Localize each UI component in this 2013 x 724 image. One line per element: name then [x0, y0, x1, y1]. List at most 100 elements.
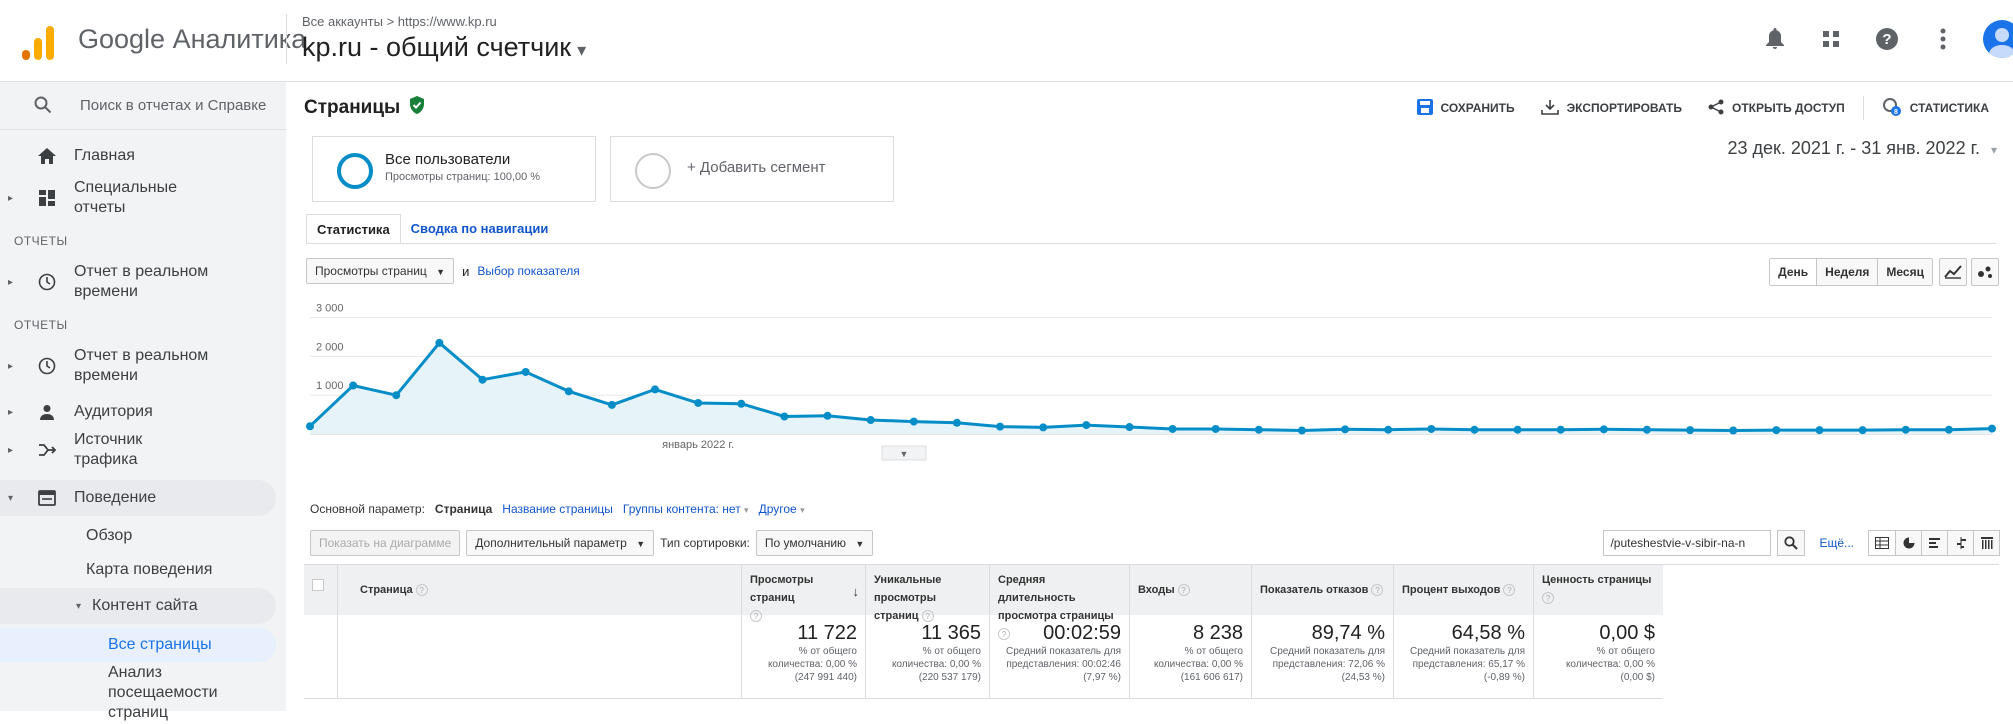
- more-vert-icon[interactable]: [1927, 23, 1959, 55]
- chart-point[interactable]: [694, 398, 703, 407]
- chart-point[interactable]: [392, 391, 401, 400]
- tab-explorer[interactable]: Статистика: [306, 214, 401, 244]
- analytics-logo-icon[interactable]: [22, 20, 54, 60]
- sidebar-item-all-pages[interactable]: Все страницы: [0, 628, 276, 662]
- chart-point[interactable]: [1815, 426, 1824, 435]
- sidebar-item-behavior[interactable]: ▾ Поведение: [0, 480, 276, 516]
- chart-point[interactable]: [1168, 424, 1177, 433]
- granularity-month-button[interactable]: Месяц: [1877, 259, 1932, 285]
- plot-rows-button[interactable]: Показать на диаграмме: [310, 530, 461, 556]
- bar-view-icon[interactable]: [1921, 531, 1947, 555]
- chart-point[interactable]: [1858, 426, 1867, 435]
- sidebar-item-behavior-flow[interactable]: Карта поведения: [0, 554, 286, 586]
- sidebar-item-audience[interactable]: ▸ Аудитория: [0, 398, 286, 426]
- chart-point[interactable]: [909, 417, 918, 426]
- save-button[interactable]: СОХРАНИТЬ: [1409, 98, 1523, 118]
- sidebar-item-site-content[interactable]: ▾ Контент сайта: [0, 588, 276, 624]
- sidebar-search[interactable]: Поиск в отчетах и Справке: [0, 82, 286, 130]
- export-button[interactable]: ЭКСПОРТИРОВАТЬ: [1533, 99, 1690, 118]
- column-header-pageviews[interactable]: Просмотры страниц ↓ ?: [742, 565, 866, 623]
- granularity-day-button[interactable]: День: [1770, 259, 1817, 285]
- chart-point[interactable]: [1901, 425, 1910, 434]
- chart-point[interactable]: [1125, 423, 1134, 432]
- chart-point[interactable]: [1254, 425, 1263, 434]
- apps-grid-icon[interactable]: [1815, 23, 1847, 55]
- column-header-bounce-rate[interactable]: Показатель отказов ?: [1252, 565, 1394, 615]
- chart-point[interactable]: [306, 422, 314, 431]
- chart-point[interactable]: [1384, 425, 1393, 434]
- column-header-avg-time[interactable]: Средняя длительность просмотра страницы …: [990, 565, 1130, 641]
- chart-point[interactable]: [349, 381, 358, 390]
- chart-point[interactable]: [1642, 425, 1651, 434]
- dimension-page-title-link[interactable]: Название страницы: [502, 502, 613, 516]
- account-selector[interactable]: kp.ru - общий счетчик ▾: [302, 32, 586, 63]
- pivot-view-icon[interactable]: [1973, 531, 1999, 555]
- column-header-exit-rate[interactable]: Процент выходов ?: [1394, 565, 1534, 615]
- chart-point[interactable]: [780, 412, 789, 421]
- column-header-page-value[interactable]: Ценность страницы?: [1534, 565, 1663, 615]
- secondary-dimension-select[interactable]: Дополнительный параметр ▼: [466, 530, 655, 556]
- chart-point[interactable]: [996, 422, 1005, 431]
- chart-point[interactable]: [435, 338, 444, 347]
- help-icon[interactable]: ?: [1177, 584, 1190, 597]
- sidebar-item-realtime[interactable]: ▸ Отчет в реальном времени: [0, 344, 286, 388]
- chart-point[interactable]: [521, 367, 530, 376]
- help-icon[interactable]: ?: [1542, 592, 1554, 605]
- chart-point[interactable]: [1729, 426, 1738, 435]
- search-input[interactable]: Поиск в отчетах и Справке: [80, 97, 266, 114]
- metric-select[interactable]: Просмотры страниц ▼: [306, 258, 455, 284]
- granularity-week-button[interactable]: Неделя: [1816, 259, 1878, 285]
- chart-point[interactable]: [1556, 425, 1565, 434]
- chart-point[interactable]: [1211, 424, 1220, 433]
- avatar[interactable]: [1983, 20, 2013, 58]
- help-icon[interactable]: ?: [1503, 584, 1516, 597]
- table-view-icon[interactable]: [1869, 531, 1895, 555]
- chart-point[interactable]: [1297, 426, 1306, 435]
- bell-icon[interactable]: [1759, 23, 1791, 55]
- line-chart-icon[interactable]: [1939, 258, 1967, 286]
- chart-point[interactable]: [478, 375, 487, 384]
- chart-point[interactable]: [1470, 425, 1479, 434]
- comparison-view-icon[interactable]: [1947, 531, 1973, 555]
- sidebar-item-acquisition[interactable]: ▸ Источник трафика: [0, 428, 286, 472]
- chart-point[interactable]: [1513, 425, 1522, 434]
- chart-point[interactable]: [1772, 426, 1781, 435]
- column-header-entrances[interactable]: Входы ?: [1130, 565, 1252, 615]
- select-all-checkbox[interactable]: [312, 579, 324, 591]
- sidebar-item-realtime[interactable]: ▸ Отчет в реальном времени: [0, 260, 286, 304]
- chart-point[interactable]: [952, 418, 961, 427]
- dimension-other-link[interactable]: Другое ▾: [759, 502, 805, 516]
- chart-point[interactable]: [1427, 424, 1436, 433]
- tab-navigation-summary[interactable]: Сводка по навигации: [401, 214, 559, 244]
- chart-point[interactable]: [564, 387, 573, 396]
- chart-point[interactable]: [1082, 421, 1091, 430]
- chart-point[interactable]: [1988, 424, 1996, 433]
- chart-point[interactable]: [1599, 425, 1608, 434]
- pie-view-icon[interactable]: [1895, 531, 1921, 555]
- insights-button[interactable]: 8 СТАТИСТИКА: [1874, 97, 1997, 120]
- add-segment-button[interactable]: + Добавить сегмент: [610, 136, 894, 202]
- column-header-unique-pageviews[interactable]: Уникальные просмотры страниц ?: [866, 565, 990, 623]
- share-button[interactable]: ОТКРЫТЬ ДОСТУП: [1700, 99, 1853, 118]
- column-header-page[interactable]: Страница ?: [338, 565, 742, 615]
- date-range-picker[interactable]: 23 дек. 2021 г. - 31 янв. 2022 г. ▾: [1727, 138, 1997, 159]
- chart-point[interactable]: [651, 385, 660, 394]
- chart-point[interactable]: [737, 399, 746, 408]
- search-button[interactable]: [1777, 530, 1806, 556]
- chart-point[interactable]: [1039, 423, 1048, 432]
- chart-point[interactable]: [1944, 425, 1953, 434]
- chart-point[interactable]: [866, 416, 875, 425]
- chart-point[interactable]: [1341, 425, 1350, 434]
- advanced-filter-link[interactable]: Ещё...: [1819, 536, 1854, 550]
- sidebar-item-overview[interactable]: Обзор: [0, 520, 286, 552]
- choose-metric-link[interactable]: Выбор показателя: [477, 264, 579, 278]
- chart-point[interactable]: [607, 400, 616, 409]
- chart-point[interactable]: [823, 411, 832, 420]
- sidebar-item-custom-reports[interactable]: ▸ Специальные отчеты: [0, 176, 286, 220]
- dimension-content-group-link[interactable]: Группы контента: нет ▾: [623, 502, 749, 516]
- sidebar-item-home[interactable]: Главная: [0, 142, 286, 170]
- sort-type-select[interactable]: По умолчанию ▼: [755, 530, 874, 556]
- sidebar-item-content-drilldown[interactable]: Анализ посещаемости страниц: [0, 662, 286, 724]
- motion-chart-icon[interactable]: [1971, 258, 1999, 286]
- help-icon[interactable]: ?: [1871, 23, 1903, 55]
